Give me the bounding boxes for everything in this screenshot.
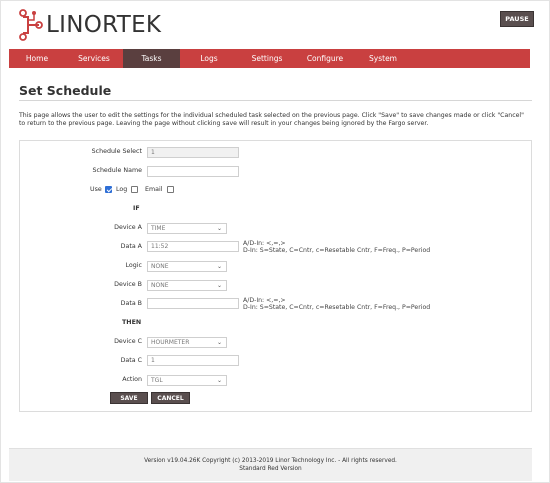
data-a-input[interactable]: 11:52	[147, 241, 239, 252]
linortek-logo: LINORTEK	[19, 7, 161, 43]
data-c-input[interactable]: 1	[147, 355, 239, 366]
nav-tasks[interactable]: Tasks	[123, 49, 180, 68]
chevron-down-icon: ⌄	[216, 339, 222, 346]
brand-name: LINORTEK	[46, 12, 162, 38]
schedule-form-panel: Schedule Select 1 Schedule Name Use Log …	[19, 140, 532, 412]
chevron-down-icon: ⌄	[216, 377, 222, 384]
device-a-value: TIME	[151, 225, 166, 232]
device-c-select[interactable]: HOURMETER ⌄	[147, 337, 227, 348]
nav-logs[interactable]: Logs	[180, 49, 238, 68]
footer: Version v19.04.26K Copyright (c) 2013-20…	[9, 448, 532, 481]
data-b-label: Data B	[120, 300, 142, 307]
device-c-label: Device C	[114, 338, 142, 345]
page-title: Set Schedule	[19, 83, 112, 98]
data-b-hint-line1: A/D-In: <,=,>	[243, 297, 286, 304]
logic-value: NONE	[151, 263, 169, 270]
device-b-label: Device B	[114, 281, 142, 288]
data-a-hint-line1: A/D-In: <,=,>	[243, 240, 286, 247]
email-label: Email	[145, 186, 163, 193]
data-a-label: Data A	[120, 243, 142, 250]
nav-services[interactable]: Services	[65, 49, 123, 68]
use-label: Use	[90, 186, 102, 193]
schedule-select-field: 1	[147, 147, 239, 158]
chevron-down-icon: ⌄	[216, 282, 222, 289]
nav-settings[interactable]: Settings	[238, 49, 296, 68]
save-button[interactable]: SAVE	[110, 392, 148, 404]
action-label: Action	[122, 376, 142, 383]
cancel-button[interactable]: CANCEL	[151, 392, 190, 404]
action-value: TGL	[151, 377, 163, 384]
pause-button[interactable]: PAUSE	[500, 11, 534, 27]
nav-home[interactable]: Home	[9, 49, 65, 68]
device-c-value: HOURMETER	[151, 339, 190, 346]
nav-system[interactable]: System	[354, 49, 412, 68]
schedule-select-label: Schedule Select	[91, 148, 142, 155]
page-description: This page allows the user to edit the se…	[19, 112, 524, 127]
data-b-hint-line2: D-In: S=State, C=Cntr, c=Resetable Cntr,…	[243, 304, 431, 311]
chevron-down-icon: ⌄	[216, 263, 222, 270]
nav-configure[interactable]: Configure	[296, 49, 354, 68]
device-b-select[interactable]: NONE ⌄	[147, 280, 227, 291]
footer-copyright: Version v19.04.26K Copyright (c) 2013-20…	[144, 458, 397, 464]
circuit-logo-icon	[19, 9, 43, 41]
if-section-label: IF	[133, 205, 140, 212]
main-nav: Home Services Tasks Logs Settings Config…	[9, 49, 530, 68]
use-checkbox[interactable]	[105, 186, 112, 193]
device-b-value: NONE	[151, 282, 169, 289]
action-select[interactable]: TGL ⌄	[147, 375, 227, 386]
log-label: Log	[116, 186, 128, 193]
logic-select[interactable]: NONE ⌄	[147, 261, 227, 272]
device-a-label: Device A	[114, 224, 142, 231]
data-b-input[interactable]	[147, 298, 239, 309]
email-checkbox[interactable]	[167, 186, 174, 193]
device-a-select[interactable]: TIME ⌄	[147, 223, 227, 234]
schedule-name-input[interactable]	[147, 166, 239, 177]
then-section-label: THEN	[122, 319, 142, 326]
title-divider	[19, 100, 532, 101]
schedule-name-label: Schedule Name	[92, 167, 142, 174]
data-a-hint-line2: D-In: S=State, C=Cntr, c=Resetable Cntr,…	[243, 247, 431, 254]
chevron-down-icon: ⌄	[216, 225, 222, 232]
data-c-label: Data C	[120, 357, 142, 364]
logic-label: Logic	[125, 262, 142, 269]
log-checkbox[interactable]	[131, 186, 138, 193]
footer-version: Standard Red Version	[239, 466, 302, 472]
